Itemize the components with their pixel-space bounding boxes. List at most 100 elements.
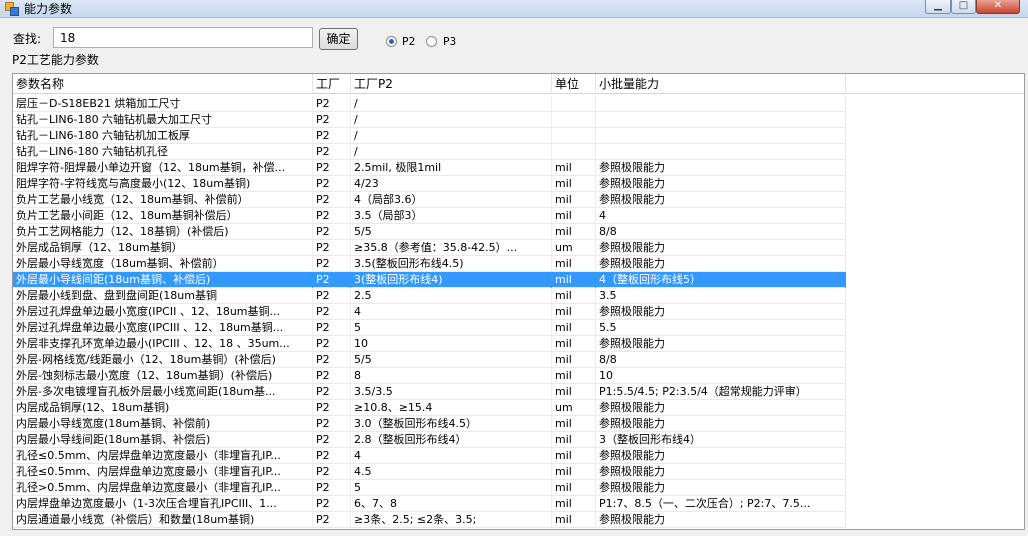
cell-unit [552,112,596,128]
table-row[interactable]: 外层成品铜厚（12、18um基铜） P2 ≥35.8（参考值：35.8-42.5）.… [13,240,846,256]
table-row[interactable]: 孔径≤0.5mm、内层焊盘单边宽度最小（非埋盲孔IP... P2 4.5 mil 参照极… [13,464,846,480]
cell-unit: mil [552,176,596,192]
cell-small-batch: P1:5.5/4.5; P2:3.5/4（超常规能力评审） [596,384,846,400]
cell-factory: P2 [313,304,351,320]
table-row[interactable]: 内层最小导线间距(18um基铜、补偿后) P2 2.8（整板回形布线4） mil 3（整… [13,432,846,448]
table-row[interactable]: 内层焊盘单边宽度最小（1-3次压合埋盲孔IPCIII、1... P2 6、7、8 mi… [13,496,846,512]
cell-small-batch [596,144,846,160]
cell-factory: P2 [313,336,351,352]
cell-factory: P2 [313,112,351,128]
cell-unit: mil [552,160,596,176]
cell-unit: mil [552,336,596,352]
cell-factory-p2: / [351,144,552,160]
table-row[interactable]: 阻焊字符-阻焊最小单边开窗（12、18um基铜，补偿... P2 2.5mil, 极… [13,160,846,176]
cell-factory-p2: 3.5/3.5 [351,384,552,400]
table-row[interactable]: 外层-网格线宽/线距最小（12、18um基铜）(补偿后) P2 5/5 mil 8/8 [13,352,846,368]
cell-factory-p2: ≥35.8（参考值：35.8-42.5）... [351,240,552,256]
cell-unit [552,96,596,112]
cell-factory: P2 [313,176,351,192]
table-row[interactable]: 内层最小导线宽度(18um基铜、补偿前) P2 3.0（整板回形布线4.5） mil 参… [13,416,846,432]
table-row[interactable]: 钻孔－LIN6-180 六轴钻机加工板厚 P2/ [13,128,846,144]
cell-factory-p2: 5/5 [351,224,552,240]
cell-unit [552,128,596,144]
cell-factory-p2: 2.8（整板回形布线4） [351,432,552,448]
table-row[interactable]: 外层-多次电镀埋盲孔板外层最小线宽间距(18um基... P2 3.5/3.5 mil… [13,384,846,400]
table-row[interactable]: 层压－D-S18EB21 烘箱加工尺寸 P2/ [13,96,846,112]
maximize-button[interactable]: □ [951,0,976,14]
cell-name: 钻孔－LIN6-180 六轴钻机孔径 [13,144,313,160]
table-row[interactable]: 外层过孔焊盘单边最小宽度(IPCII 、12、18um基铜... P2 4 mil 参照… [13,304,846,320]
cell-name: 内层通道最小线宽（补偿后）和数量(18um基铜) [13,512,313,528]
table-row[interactable]: 内层成品铜厚(12、18um基铜) P2 ≥10.8、≥15.4 um 参照极限能力 [13,400,846,416]
cell-unit: mil [552,432,596,448]
cell-factory: P2 [313,208,351,224]
table-row[interactable]: 外层最小线到盘、盘到盘间距(18um基铜 P2 2.5 mil 3.5 [13,288,846,304]
cell-factory-p2: 4（局部3.6） [351,192,552,208]
radio-p2-label[interactable]: P2 [402,35,415,48]
column-header-factory[interactable]: 工厂 [313,74,351,94]
cell-factory: P2 [313,272,351,288]
table-row[interactable]: 阻焊字符-字符线宽与高度最小(12、18um基铜) P2 4/23 mil 参照极限能力 [13,176,846,192]
table-row[interactable]: 内层通道最小线宽（补偿后）和数量(18um基铜) P2 ≥3条、2.5; ≤2条、3… [13,512,846,528]
minimize-button[interactable]: ▁ [925,0,951,14]
cell-factory-p2: 2.5mil, 极限1mil [351,160,552,176]
radio-p2[interactable] [386,36,397,47]
table-row[interactable]: 钻孔－LIN6-180 六轴钻机最大加工尺寸 P2/ [13,112,846,128]
cell-unit: mil [552,272,596,288]
cell-unit: mil [552,464,596,480]
cell-small-batch: 参照极限能力 [596,480,846,496]
app-icon [5,2,19,16]
table-row[interactable]: 外层过孔焊盘单边最小宽度(IPCIII 、12、18um基铜... P2 5 mil 5… [13,320,846,336]
table-row[interactable]: 外层最小导线间距(18um基铜、补偿后) P2 3(整板回形布线4) mil 4（整板回… [13,272,846,288]
close-button[interactable]: ✕ [976,0,1020,14]
radio-p3[interactable] [426,36,437,47]
search-input[interactable] [53,27,313,48]
cell-factory-p2: 3.5(整板回形布线4.5) [351,256,552,272]
table-row[interactable]: 负片工艺最小间距（12、18um基铜补偿后） P2 3.5（局部3） mil 4 [13,208,846,224]
cell-small-batch: 4 [596,208,846,224]
cell-name: 孔径≤0.5mm、内层焊盘单边宽度最小（非埋盲孔IP... [13,448,313,464]
cell-small-batch: P1:7、8.5（一、二次压合）; P2:7、7.5... [596,496,846,512]
cell-factory: P2 [313,448,351,464]
cell-small-batch [596,112,846,128]
table-row[interactable]: 外层-蚀刻标志最小宽度（12、18um基铜）(补偿后) P2 8 mil 10 [13,368,846,384]
cell-name: 阻焊字符-字符线宽与高度最小(12、18um基铜) [13,176,313,192]
table-row[interactable]: 负片工艺最小线宽（12、18um基铜、补偿前） P2 4（局部3.6） mil 参照极限… [13,192,846,208]
cell-factory-p2: 4.5 [351,464,552,480]
cell-factory-p2: 4 [351,304,552,320]
cell-unit: mil [552,416,596,432]
cell-factory-p2: 3.0（整板回形布线4.5） [351,416,552,432]
cell-name: 外层最小线到盘、盘到盘间距(18um基铜 [13,288,313,304]
cell-small-batch [596,128,846,144]
cell-factory-p2: ≥3条、2.5; ≤2条、3.5; [351,512,552,528]
cell-small-batch: 参照极限能力 [596,400,846,416]
cell-unit: um [552,400,596,416]
cell-unit: mil [552,320,596,336]
cell-unit: mil [552,352,596,368]
confirm-button[interactable]: 确定 [319,28,358,50]
cell-factory-p2: 8 [351,368,552,384]
column-header-unit[interactable]: 单位 [552,74,596,94]
cell-factory: P2 [313,192,351,208]
cell-small-batch: 8/8 [596,352,846,368]
cell-factory: P2 [313,384,351,400]
parameter-grid[interactable]: 参数名称 工厂 工厂P2 单位 小批量能力 层压－D-S18EB21 烘箱加工尺… [12,73,1025,530]
table-row[interactable]: 孔径>0.5mm、内层焊盘单边宽度最小（非埋盲孔IP... P2 5 mil 参照极限能… [13,480,846,496]
column-header-small-batch[interactable]: 小批量能力 [596,74,846,94]
cell-factory-p2: ≥10.8、≥15.4 [351,400,552,416]
title-bar: 能力参数 ▁ □ ✕ [0,0,1028,18]
radio-p3-label[interactable]: P3 [443,35,456,48]
column-header-factory-p2[interactable]: 工厂P2 [351,74,552,94]
cell-unit: mil [552,448,596,464]
cell-factory: P2 [313,416,351,432]
table-row[interactable]: 外层非支撑孔环宽单边最小(IPCIII 、12、18 、35um... P2 10 m… [13,336,846,352]
table-row[interactable]: 外层最小导线宽度（18um基铜、补偿前） P2 3.5(整板回形布线4.5) mil 参… [13,256,846,272]
cell-name: 外层过孔焊盘单边最小宽度(IPCII 、12、18um基铜... [13,304,313,320]
cell-name: 负片工艺网格能力（12、18基铜）(补偿后) [13,224,313,240]
cell-factory-p2: 5 [351,480,552,496]
column-header-name[interactable]: 参数名称 [13,74,313,94]
table-row[interactable]: 孔径≤0.5mm、内层焊盘单边宽度最小（非埋盲孔IP... P2 4 mil 参照极限能… [13,448,846,464]
table-row[interactable]: 负片工艺网格能力（12、18基铜）(补偿后) P2 5/5 mil 8/8 [13,224,846,240]
table-row[interactable]: 钻孔－LIN6-180 六轴钻机孔径 P2/ [13,144,846,160]
cell-factory-p2: 4/23 [351,176,552,192]
